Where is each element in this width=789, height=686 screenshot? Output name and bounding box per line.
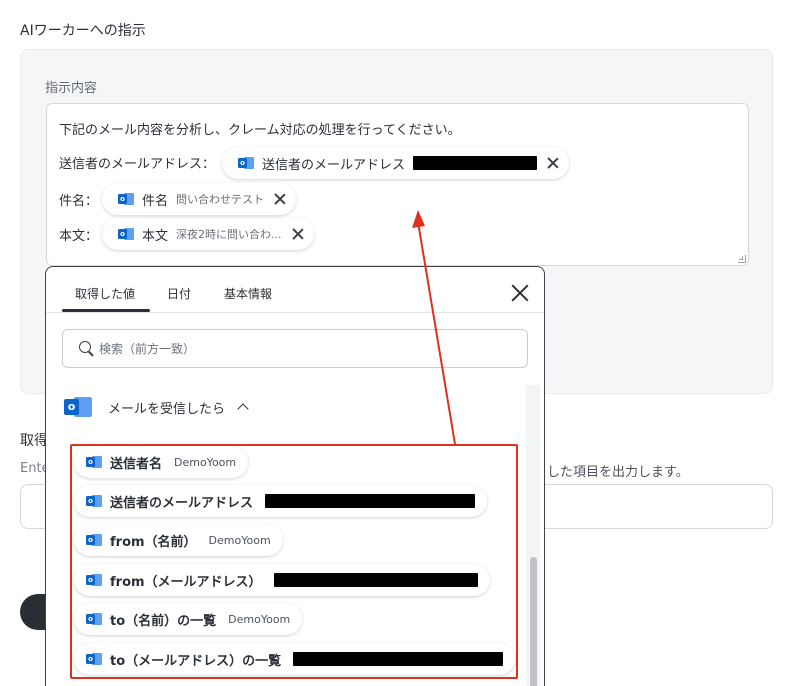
list-item[interactable]: o 送信者名 DemoYoom [74,446,249,478]
list-item[interactable]: o from（名前） DemoYoom [74,524,283,556]
body-chip[interactable]: o 本文 深夜2時に問い合わ... [102,218,314,250]
outlook-icon: o [86,652,102,666]
outlook-icon: o [86,494,102,508]
outlook-icon: o [86,612,102,626]
redacted-value [265,494,476,508]
chip-label: 件名 [142,193,169,209]
remove-chip-icon[interactable] [292,228,304,240]
scrollbar-thumb[interactable] [530,557,537,686]
redacted-value [413,156,538,170]
outlook-icon: o [64,395,92,419]
chevron-up-icon [237,403,249,415]
item-sample-value: DemoYoom [228,612,291,626]
item-label: to（メールアドレス）の一覧 [110,653,282,669]
search-icon [79,340,95,357]
chip-sample-value: 問い合わせテスト [176,193,265,206]
chip-label: 送信者のメールアドレス [262,157,406,173]
search-placeholder: 検索（前方一致） [99,342,196,356]
instruction-textarea[interactable]: 下記のメール内容を分析し、クレーム対応の処理を行ってください。 送信者のメールア… [46,103,749,266]
trigger-group-header[interactable]: o メールを受信したら [64,395,249,419]
group-label: メールを受信したら [108,401,226,417]
item-label: to（名前）の一覧 [110,613,217,629]
redacted-value [293,652,504,666]
subject-prefix: 件名： [59,194,99,209]
tab-acquired-values[interactable]: 取得した値 [75,285,135,302]
search-input[interactable]: 検索（前方一致） [62,329,528,368]
redacted-value [273,573,478,587]
instruction-intro: 下記のメール内容を分析し、クレーム対応の処理を行ってください。 [59,123,461,138]
outlook-icon: o [86,455,102,469]
sender-email-chip[interactable]: o 送信者のメールアドレス [222,147,570,179]
list-item[interactable]: o to（メールアドレス）の一覧 [74,643,516,675]
item-label: 送信者名 [110,456,163,472]
remove-chip-icon[interactable] [547,157,559,169]
chip-sample-value: 深夜2時に問い合わ... [176,228,282,241]
outlook-icon: o [118,227,134,241]
outlook-icon: o [86,533,102,547]
item-label: from（名前） [110,534,197,550]
list-item[interactable]: o from（メールアドレス） [74,564,490,596]
remove-chip-icon[interactable] [274,193,286,205]
list-item[interactable]: o to（名前）の一覧 DemoYoom [74,603,303,635]
item-sample-value: DemoYoom [174,455,237,469]
output-section-title: 取得 [20,433,48,449]
chip-label: 本文 [142,228,169,244]
outlook-icon: o [86,573,102,587]
sender-prefix: 送信者のメールアドレス： [59,157,216,172]
list-item[interactable]: o 送信者のメールアドレス [74,485,488,517]
close-icon[interactable] [510,283,530,303]
item-label: from（メールアドレス） [110,574,262,590]
resize-handle[interactable] [738,255,746,263]
tab-basic-info[interactable]: 基本情報 [224,285,272,302]
tab-date[interactable]: 日付 [167,285,191,302]
outlook-icon: o [238,156,254,170]
output-description-end: した項目を出力します。 [547,465,689,480]
subject-chip[interactable]: o 件名 問い合わせテスト [102,183,297,215]
section-title: AIワーカーへの指示 [20,23,146,39]
active-tab-indicator [62,309,150,312]
picker-tabs: 取得した値 日付 基本情報 [46,267,544,313]
item-sample-value: DemoYoom [208,533,271,547]
body-prefix: 本文： [59,229,99,244]
instruction-label: 指示内容 [45,81,98,96]
item-label: 送信者のメールアドレス [110,495,254,511]
outlook-icon: o [118,192,134,206]
